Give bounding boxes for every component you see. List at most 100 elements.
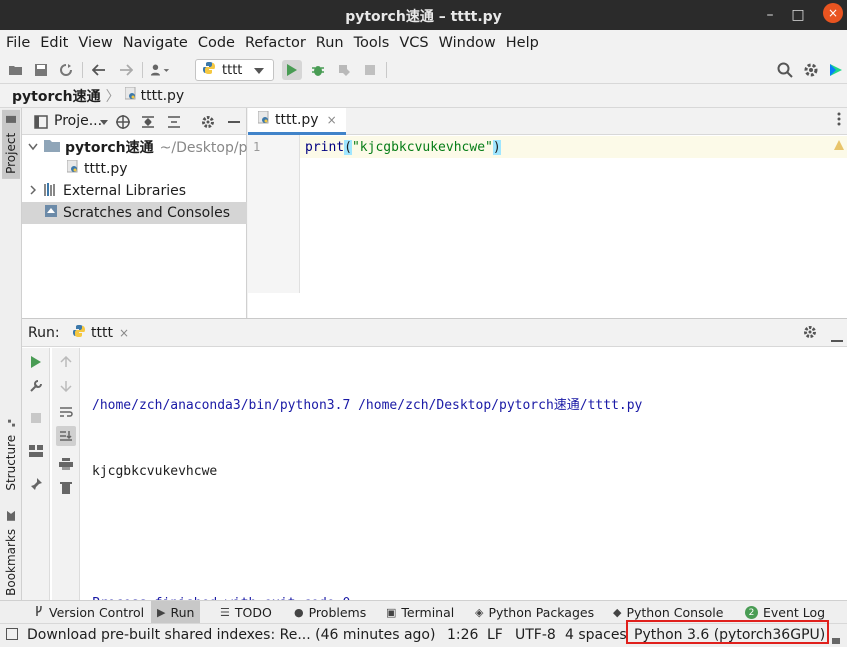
- breadcrumb-project[interactable]: pytorch速通: [12, 86, 101, 106]
- arrow-up-icon[interactable]: [56, 352, 76, 372]
- file-encoding[interactable]: UTF-8: [515, 627, 556, 643]
- open-folder-icon[interactable]: [6, 60, 26, 80]
- project-view-icon: [32, 113, 50, 131]
- chevron-down-icon[interactable]: [28, 139, 38, 155]
- print-icon[interactable]: [56, 454, 76, 474]
- run-configuration-select[interactable]: tttt: [195, 59, 274, 81]
- menu-edit[interactable]: Edit: [40, 35, 68, 51]
- run-tab-tttt[interactable]: tttt ×: [72, 322, 129, 344]
- arrow-down-icon[interactable]: [56, 376, 76, 396]
- menu-help[interactable]: Help: [506, 35, 539, 51]
- tree-item-file[interactable]: tttt.py: [22, 158, 247, 180]
- settings-gear-icon[interactable]: [801, 60, 821, 80]
- hide-panel-icon[interactable]: [831, 331, 843, 347]
- breadcrumb: pytorch速通 〉 tttt.py: [0, 85, 847, 108]
- project-panel-title[interactable]: Proje...: [54, 113, 102, 129]
- code-open-paren: (: [344, 139, 352, 155]
- menu-window[interactable]: Window: [439, 35, 496, 51]
- chevron-down-icon[interactable]: [100, 115, 108, 131]
- python-file-icon: [202, 61, 216, 79]
- indent-setting[interactable]: 4 spaces: [565, 627, 627, 643]
- minimize-button[interactable]: –: [758, 3, 782, 27]
- trash-icon[interactable]: [56, 478, 76, 498]
- python-run-icon: [72, 324, 86, 342]
- tab-structure[interactable]: Structure: [2, 416, 20, 494]
- scroll-to-end-icon[interactable]: [56, 426, 76, 446]
- menu-run[interactable]: Run: [316, 35, 344, 51]
- menu-view[interactable]: View: [78, 35, 112, 51]
- stop-icon[interactable]: [360, 60, 380, 80]
- user-account-icon[interactable]: [150, 60, 170, 80]
- rerun-play-icon[interactable]: [26, 352, 46, 372]
- code-line[interactable]: print("kjcgbkcvukevhcwe"): [300, 136, 847, 158]
- menu-code[interactable]: Code: [198, 35, 235, 51]
- menu-vcs[interactable]: VCS: [399, 35, 428, 51]
- debug-bug-icon[interactable]: [308, 60, 328, 80]
- external-libraries-label: External Libraries: [63, 183, 186, 199]
- run-play-icon[interactable]: [282, 60, 302, 80]
- menu-navigate[interactable]: Navigate: [123, 35, 188, 51]
- scratches-icon: [44, 204, 58, 222]
- close-icon[interactable]: ×: [119, 326, 129, 340]
- layout-icon[interactable]: [26, 441, 46, 461]
- menu-refactor[interactable]: Refactor: [245, 35, 306, 51]
- save-all-icon[interactable]: [31, 60, 51, 80]
- tree-item-external-libraries[interactable]: External Libraries: [22, 180, 247, 202]
- lock-icon[interactable]: [831, 632, 841, 647]
- tree-item-scratches[interactable]: Scratches and Consoles: [22, 202, 247, 224]
- tab-run[interactable]: ▶ Run: [151, 601, 201, 624]
- tab-version-control[interactable]: Version Control: [28, 601, 150, 624]
- chevron-right-icon[interactable]: [30, 183, 37, 199]
- tab-python-packages[interactable]: ◈ Python Packages: [469, 601, 600, 624]
- coverage-icon[interactable]: [334, 60, 354, 80]
- line-ending[interactable]: LF: [487, 627, 503, 643]
- back-arrow-icon[interactable]: [89, 60, 109, 80]
- soft-wrap-icon[interactable]: [56, 402, 76, 422]
- pin-icon[interactable]: [26, 474, 46, 494]
- caret-position[interactable]: 1:26: [447, 627, 478, 643]
- status-toggle-icon[interactable]: [6, 628, 18, 644]
- console-output-line: kjcgbkcvukevhcwe: [92, 464, 218, 479]
- menu-file[interactable]: File: [6, 35, 30, 51]
- tab-bookmarks[interactable]: Bookmarks: [2, 508, 20, 599]
- gear-icon[interactable]: [803, 325, 817, 343]
- forward-arrow-icon[interactable]: [116, 60, 136, 80]
- tab-todo[interactable]: ☰ TODO: [214, 601, 278, 624]
- expand-all-icon[interactable]: [139, 113, 157, 131]
- tab-label: Python Console: [626, 605, 724, 620]
- sync-icon[interactable]: [56, 60, 76, 80]
- toolbar-separator: [82, 62, 83, 78]
- close-button[interactable]: ×: [823, 3, 843, 23]
- status-message[interactable]: Download pre-built shared indexes: Re...…: [27, 627, 435, 643]
- more-options-icon[interactable]: [837, 112, 841, 130]
- tab-label: TODO: [234, 605, 272, 620]
- jetbrains-toolbox-icon[interactable]: [826, 60, 846, 80]
- run-toolbar-secondary: [52, 348, 80, 601]
- tab-label: Run: [170, 605, 195, 620]
- tab-problems[interactable]: ● Problems: [288, 601, 372, 624]
- run-panel-header: Run: tttt ×: [22, 319, 847, 347]
- tab-project[interactable]: Project: [2, 110, 20, 179]
- close-icon[interactable]: ×: [327, 113, 337, 127]
- search-icon[interactable]: [775, 60, 795, 80]
- tab-label: Terminal: [401, 605, 455, 620]
- tree-item-project-root[interactable]: pytorch速通 ~/Desktop/pytorch速通: [22, 136, 247, 158]
- run-toolbar-primary: [22, 348, 50, 601]
- toolbar-separator: [142, 62, 143, 78]
- hide-panel-icon[interactable]: [225, 113, 243, 131]
- collapse-all-icon[interactable]: [165, 113, 183, 131]
- warning-icon[interactable]: [833, 139, 845, 155]
- tab-terminal[interactable]: ▣ Terminal: [380, 601, 460, 624]
- stop-icon[interactable]: [26, 408, 46, 428]
- breadcrumb-file[interactable]: tttt.py: [141, 88, 185, 104]
- maximize-button[interactable]: □: [786, 3, 810, 27]
- branch-icon: [34, 605, 44, 620]
- run-tool-window: Run: tttt × /home/zch/anaconda3/bin/pyth…: [22, 318, 847, 611]
- wrench-icon[interactable]: [26, 376, 46, 396]
- menu-tools[interactable]: Tools: [354, 35, 390, 51]
- gear-icon[interactable]: [199, 113, 217, 131]
- project-root-name: pytorch速通: [65, 140, 154, 156]
- locate-crosshair-icon[interactable]: [114, 113, 132, 131]
- tab-tttt-py[interactable]: tttt.py ×: [248, 108, 346, 135]
- tab-label: Event Log: [763, 605, 826, 620]
